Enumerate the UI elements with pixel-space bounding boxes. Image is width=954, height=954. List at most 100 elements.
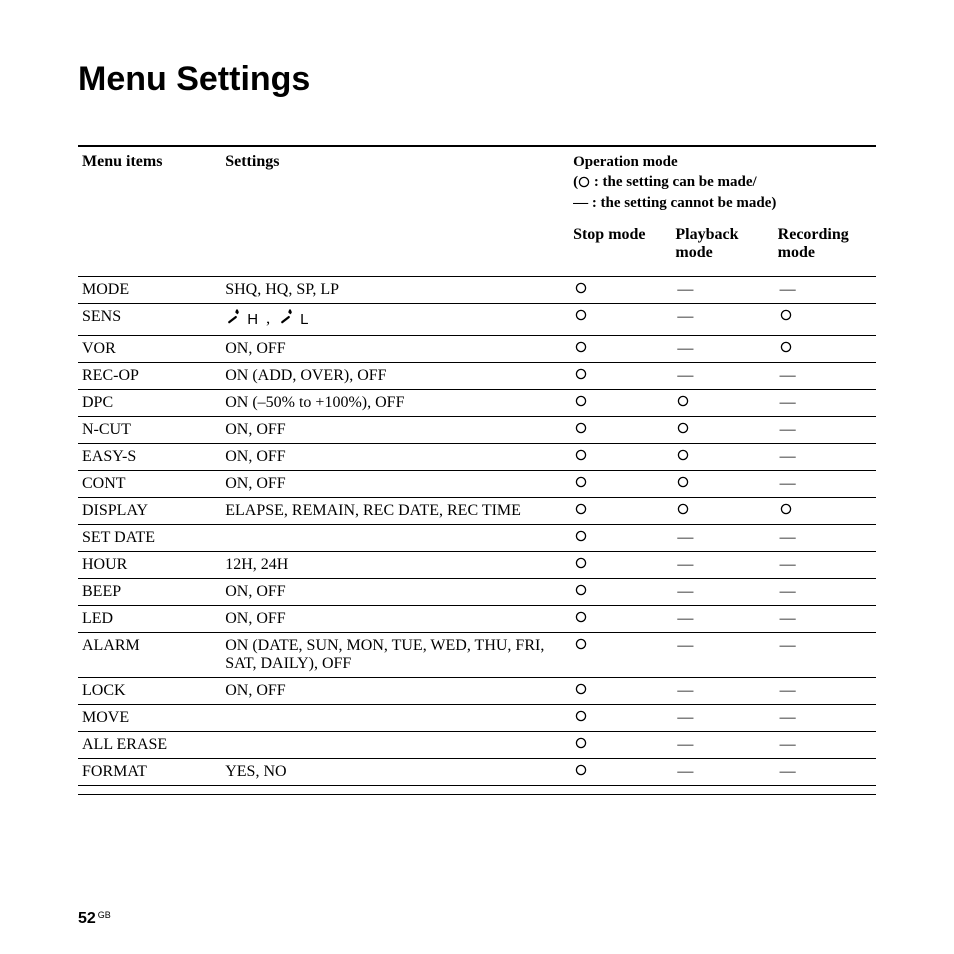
settings-cell <box>221 524 569 551</box>
playback-mode-cell: — <box>671 362 773 389</box>
table-row: ALL ERASE — — <box>78 731 876 758</box>
dash-icon: — <box>780 763 796 780</box>
table-row: MOVE—— <box>78 704 876 731</box>
playback-mode-cell <box>671 497 773 524</box>
legend-cannot-text: — : the setting cannot be made) <box>573 194 872 214</box>
dash-icon: — <box>677 340 693 357</box>
settings-text: ON (ADD, OVER), OFF <box>225 367 386 384</box>
dash-icon: — <box>780 421 796 438</box>
stop-mode-cell <box>569 389 671 416</box>
menu-item: SENS <box>78 303 221 335</box>
sens-sep: , <box>266 310 270 328</box>
stop-mode-cell <box>569 632 671 677</box>
settings-text: YES, NO <box>225 763 286 780</box>
settings-cell: ON, OFF <box>221 443 569 470</box>
stop-mode-cell <box>569 605 671 632</box>
settings-text: ON, OFF <box>225 475 285 492</box>
circle-icon <box>575 367 587 384</box>
playback-mode-cell: — <box>671 632 773 677</box>
circle-icon <box>575 475 587 492</box>
dash-icon: — <box>677 637 693 654</box>
stop-mode-cell <box>569 497 671 524</box>
recording-mode-cell: — <box>774 605 876 632</box>
settings-cell: 12H, 24H <box>221 551 569 578</box>
playback-mode-cell: — <box>671 731 773 758</box>
stop-mode-cell <box>569 416 671 443</box>
circle-icon <box>575 502 587 519</box>
header-operation-mode: Operation mode ( : the setting can be ma… <box>569 146 876 220</box>
mic-icon <box>278 308 296 331</box>
menu-item: CONT <box>78 470 221 497</box>
sens-low: L <box>300 311 308 328</box>
playback-mode-cell <box>671 443 773 470</box>
dash-icon: — <box>677 583 693 600</box>
dash-icon: — <box>780 637 796 654</box>
dash-icon: — <box>780 281 796 298</box>
settings-cell: ON, OFF <box>221 416 569 443</box>
settings-text: ON, OFF <box>225 682 285 699</box>
playback-mode-cell: — <box>671 276 773 303</box>
recording-mode-cell: — <box>774 416 876 443</box>
dash-icon: — <box>780 583 796 600</box>
stop-mode-cell <box>569 524 671 551</box>
menu-item: DISPLAY <box>78 497 221 524</box>
menu-item: VOR <box>78 335 221 362</box>
stop-mode-cell <box>569 578 671 605</box>
stop-mode-cell <box>569 470 671 497</box>
settings-text: ON, OFF <box>225 340 285 357</box>
menu-item: ALL ERASE <box>78 731 221 758</box>
circle-icon <box>575 709 587 726</box>
dash-icon: — <box>780 556 796 573</box>
table-row: N-CUTON, OFF— <box>78 416 876 443</box>
stop-mode-cell <box>569 443 671 470</box>
circle-icon <box>575 340 587 357</box>
playback-mode-cell: — <box>671 677 773 704</box>
circle-icon <box>575 448 587 465</box>
dash-icon: — <box>780 736 796 753</box>
page-number: 52 <box>78 910 96 927</box>
header-stop-mode: Stop mode <box>569 220 671 268</box>
dash-icon: — <box>677 367 693 384</box>
circle-icon <box>575 556 587 573</box>
circle-icon <box>780 308 792 325</box>
recording-mode-cell: — <box>774 524 876 551</box>
circle-icon <box>780 340 792 357</box>
settings-text: SHQ, HQ, SP, LP <box>225 281 339 298</box>
settings-cell: SHQ, HQ, SP, LP <box>221 276 569 303</box>
stop-mode-cell <box>569 731 671 758</box>
settings-cell <box>221 704 569 731</box>
circle-icon <box>780 502 792 519</box>
recording-mode-cell: — <box>774 443 876 470</box>
circle-icon <box>575 610 587 627</box>
dash-icon: — <box>780 448 796 465</box>
dash-icon: — <box>780 682 796 699</box>
table-row: REC-OPON (ADD, OVER), OFF—— <box>78 362 876 389</box>
stop-mode-cell <box>569 335 671 362</box>
settings-text: 12H, 24H <box>225 556 288 573</box>
circle-icon <box>575 281 587 298</box>
recording-mode-cell: — <box>774 632 876 677</box>
circle-icon <box>575 308 587 325</box>
settings-table: Menu items Settings Operation mode ( : t… <box>78 137 876 795</box>
recording-mode-cell: — <box>774 551 876 578</box>
settings-cell: ON, OFF <box>221 605 569 632</box>
playback-mode-cell <box>671 470 773 497</box>
playback-mode-cell: — <box>671 758 773 785</box>
recording-mode-cell: — <box>774 389 876 416</box>
table-row: ALARMON (DATE, SUN, MON, TUE, WED, THU, … <box>78 632 876 677</box>
menu-item: SET DATE <box>78 524 221 551</box>
circle-icon <box>575 736 587 753</box>
recording-mode-cell: — <box>774 578 876 605</box>
document-page: Menu Settings Menu items Settings Operat… <box>0 0 954 954</box>
table-row: BEEPON, OFF—— <box>78 578 876 605</box>
table-row: FORMATYES, NO—— <box>78 758 876 785</box>
settings-text: ON (–50% to +100%), OFF <box>225 394 404 411</box>
dash-icon: — <box>677 736 693 753</box>
table-row: SENSH,L— <box>78 303 876 335</box>
recording-mode-cell: — <box>774 704 876 731</box>
table-row: DISPLAYELAPSE, REMAIN, REC DATE, REC TIM… <box>78 497 876 524</box>
settings-cell: ON (–50% to +100%), OFF <box>221 389 569 416</box>
recording-mode-cell: — <box>774 758 876 785</box>
settings-cell: H,L <box>221 303 569 335</box>
dash-icon: — <box>677 556 693 573</box>
